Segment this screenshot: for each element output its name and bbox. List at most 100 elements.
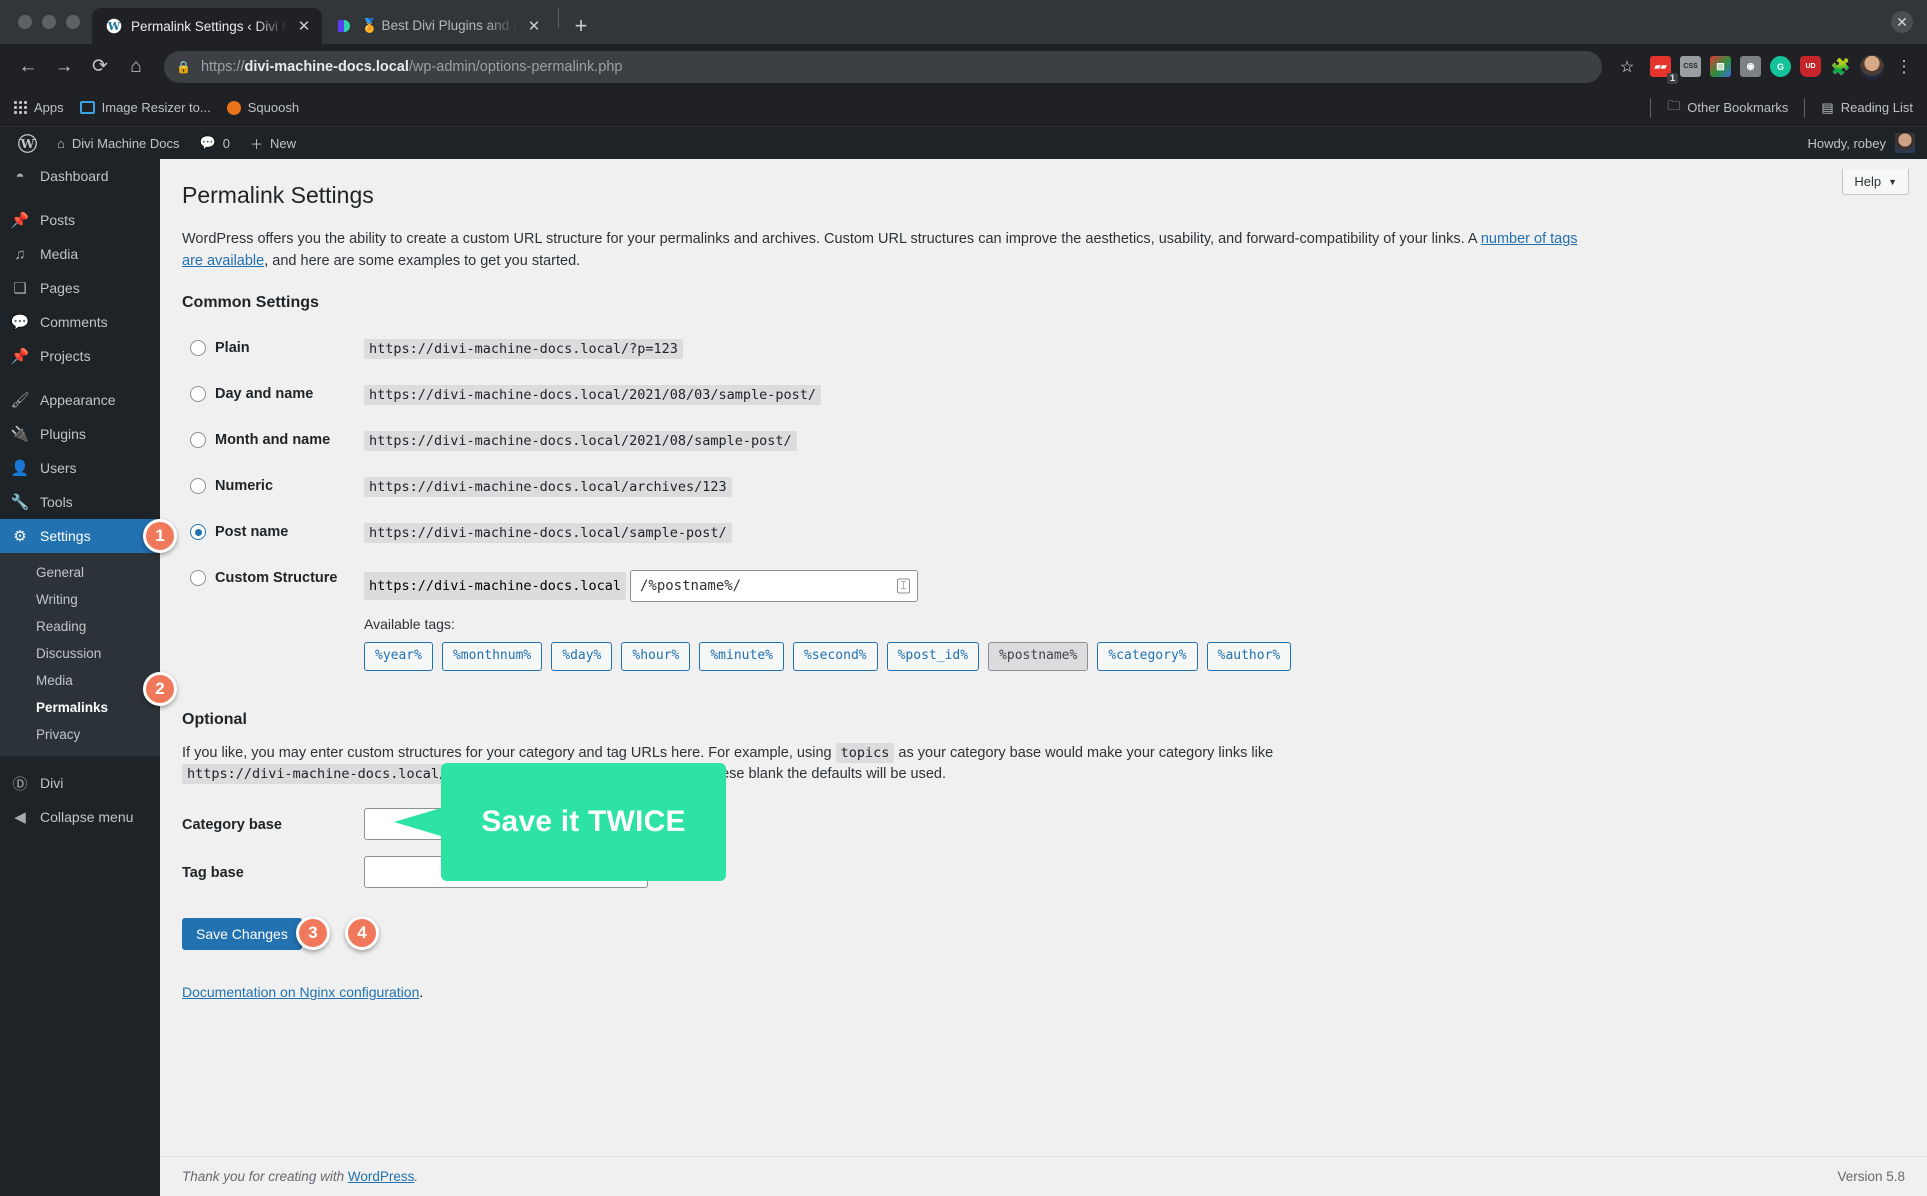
sidebar-item-permalinks[interactable]: Permalinks bbox=[0, 694, 160, 721]
tab-title: Permalink Settings ‹ Divi Machine Docs bbox=[131, 18, 287, 34]
account-menu[interactable]: Howdy, robey bbox=[1807, 133, 1927, 153]
camera-extension-icon[interactable]: ◉ bbox=[1740, 56, 1761, 77]
radio-custom-structure[interactable] bbox=[190, 570, 206, 587]
sidebar-item-media[interactable]: ♫ Media bbox=[0, 237, 160, 271]
comments-menu[interactable]: 💬 0 bbox=[190, 127, 240, 159]
kebab-menu-icon[interactable]: ⋮ bbox=[1893, 58, 1915, 75]
bookmark-divider bbox=[1804, 97, 1806, 118]
tag-button-minute[interactable]: %minute% bbox=[699, 642, 784, 671]
maximize-window-dot[interactable] bbox=[66, 15, 80, 29]
sidebar-item-comments[interactable]: 💬 Comments bbox=[0, 305, 160, 339]
sidebar-item-label: Users bbox=[40, 460, 77, 476]
back-icon[interactable]: ← bbox=[12, 51, 44, 83]
window-close-button[interactable]: ✕ bbox=[1891, 11, 1913, 33]
sidebar-item-posts[interactable]: 📌 Posts bbox=[0, 203, 160, 237]
sidebar-item-label: Appearance bbox=[40, 392, 116, 408]
option-custom-structure[interactable]: Custom Structure bbox=[182, 556, 364, 684]
close-icon[interactable]: ✕ bbox=[526, 19, 542, 34]
new-tab-button[interactable]: + bbox=[565, 10, 597, 42]
category-base-label-cell: Category base bbox=[182, 800, 364, 848]
sidebar-item-plugins[interactable]: 🔌 Plugins bbox=[0, 417, 160, 451]
sidebar-item-dashboard[interactable]: ◓ Dashboard bbox=[0, 159, 160, 193]
sidebar-item-divi[interactable]: Ⓓ Divi bbox=[0, 766, 160, 800]
reload-icon[interactable]: ⟳ bbox=[84, 51, 116, 83]
browser-toolbar: ← → ⟳ ⌂ 🔒 https://divi-machine-docs.loca… bbox=[0, 44, 1927, 89]
bookmark-squoosh[interactable]: Squoosh bbox=[226, 100, 299, 115]
sidebar-item-general[interactable]: General bbox=[0, 559, 160, 586]
new-content-menu[interactable]: ＋ New bbox=[240, 127, 306, 159]
minimize-window-dot[interactable] bbox=[42, 15, 56, 29]
forward-icon[interactable]: → bbox=[48, 51, 80, 83]
other-bookmarks-folder[interactable]: 🗀 Other Bookmarks bbox=[1667, 97, 1788, 119]
sidebar-item-label: Comments bbox=[40, 314, 108, 330]
help-button[interactable]: Help ▼ bbox=[1842, 169, 1909, 195]
sidebar-item-appearance[interactable]: 🖌 Appearance bbox=[0, 383, 160, 417]
plug-icon: 🔌 bbox=[10, 426, 30, 443]
tag-button-second[interactable]: %second% bbox=[792, 642, 878, 671]
css-extension-icon[interactable]: CSS bbox=[1680, 56, 1701, 77]
star-icon[interactable]: ☆ bbox=[1614, 57, 1640, 77]
sidebar-item-media-settings[interactable]: Media bbox=[0, 667, 160, 694]
tab-permalink-settings[interactable]: W Permalink Settings ‹ Divi Machine Docs… bbox=[92, 8, 322, 44]
tag-button-year[interactable]: %year% bbox=[364, 642, 433, 671]
recording-extension-icon[interactable]: ▰▰ 1 bbox=[1650, 56, 1678, 84]
site-name-menu[interactable]: ⌂ Divi Machine Docs bbox=[47, 127, 190, 159]
bookmark-image-resizer[interactable]: Image Resizer to... bbox=[79, 100, 211, 115]
tag-button-post-id[interactable]: %post_id% bbox=[886, 642, 980, 671]
category-base-label: Category base bbox=[182, 817, 282, 834]
sidebar-item-users[interactable]: 👤 Users bbox=[0, 451, 160, 485]
close-window-dot[interactable] bbox=[18, 15, 32, 29]
collapse-menu-button[interactable]: ◀ Collapse menu bbox=[0, 800, 160, 834]
wordpress-logo[interactable]: W bbox=[8, 127, 47, 159]
reading-list-button[interactable]: ▤ Reading List bbox=[1821, 100, 1913, 116]
sidebar-item-writing[interactable]: Writing bbox=[0, 586, 160, 613]
custom-structure-input[interactable] bbox=[629, 570, 918, 603]
sidebar-item-tools[interactable]: 🔧 Tools bbox=[0, 485, 160, 519]
window-traffic-lights[interactable] bbox=[10, 0, 92, 44]
ud-extension-icon[interactable]: UD bbox=[1800, 56, 1821, 77]
option-numeric[interactable]: Numeric bbox=[182, 464, 364, 510]
squoosh-icon bbox=[226, 100, 241, 115]
address-bar[interactable]: 🔒 https://divi-machine-docs.local/wp-adm… bbox=[164, 50, 1602, 83]
radio-post-name[interactable] bbox=[190, 524, 206, 541]
sidebar-item-projects[interactable]: 📌 Projects bbox=[0, 339, 160, 373]
home-icon[interactable]: ⌂ bbox=[120, 51, 152, 83]
tag-button-category[interactable]: %category% bbox=[1097, 642, 1198, 671]
wordpress-link[interactable]: WordPress bbox=[348, 1169, 415, 1184]
option-post-name[interactable]: Post name bbox=[182, 510, 364, 556]
sidebar-item-settings[interactable]: ⚙ Settings 1 bbox=[0, 519, 177, 553]
tag-button-author[interactable]: %author% bbox=[1206, 642, 1292, 671]
radio-month-and-name[interactable] bbox=[190, 432, 206, 449]
sidebar-item-reading[interactable]: Reading bbox=[0, 613, 160, 640]
apps-shortcut[interactable]: Apps bbox=[14, 100, 64, 115]
bookmarks-bar: Apps Image Resizer to... Squoosh 🗀 Other… bbox=[0, 89, 1927, 127]
image-extension-icon[interactable]: ▨ bbox=[1710, 56, 1731, 77]
sidebar-item-pages[interactable]: ❏ Pages bbox=[0, 271, 160, 305]
nginx-documentation-link[interactable]: Documentation on Nginx configuration bbox=[182, 984, 419, 1000]
close-icon[interactable]: ✕ bbox=[296, 19, 312, 34]
profile-avatar[interactable] bbox=[1860, 54, 1884, 79]
text-cursor-icon: ⌶ bbox=[896, 578, 910, 594]
option-month-and-name[interactable]: Month and name bbox=[182, 418, 364, 464]
puzzle-extensions-icon[interactable]: 🧩 bbox=[1830, 56, 1851, 77]
apps-label: Apps bbox=[34, 100, 64, 115]
tag-button-monthnum[interactable]: %monthnum% bbox=[441, 642, 543, 671]
tag-button-day[interactable]: %day% bbox=[551, 642, 613, 671]
radio-plain[interactable] bbox=[190, 340, 206, 357]
annotation-pin-2: 2 bbox=[143, 672, 177, 706]
radio-day-and-name[interactable] bbox=[190, 386, 206, 403]
grammarly-extension-icon[interactable]: G bbox=[1770, 56, 1791, 77]
radio-numeric[interactable] bbox=[190, 478, 206, 495]
sidebar-item-label: Projects bbox=[40, 348, 91, 364]
option-day-and-name[interactable]: Day and name bbox=[182, 372, 364, 418]
sidebar-item-privacy[interactable]: Privacy bbox=[0, 721, 160, 748]
tag-button-hour[interactable]: %hour% bbox=[621, 642, 691, 671]
sidebar-item-label: Pages bbox=[40, 280, 80, 296]
save-changes-button[interactable]: Save Changes bbox=[182, 918, 302, 951]
sidebar-item-discussion[interactable]: Discussion bbox=[0, 640, 160, 667]
tab-best-divi-plugins[interactable]: 🏅 Best Divi Plugins and Premium Divi ✕ bbox=[322, 8, 552, 44]
option-url: https://divi-machine-docs.local/sample-p… bbox=[364, 523, 732, 544]
user-icon: 👤 bbox=[10, 460, 30, 477]
option-plain[interactable]: Plain bbox=[182, 326, 364, 372]
menu-separator bbox=[0, 193, 160, 203]
